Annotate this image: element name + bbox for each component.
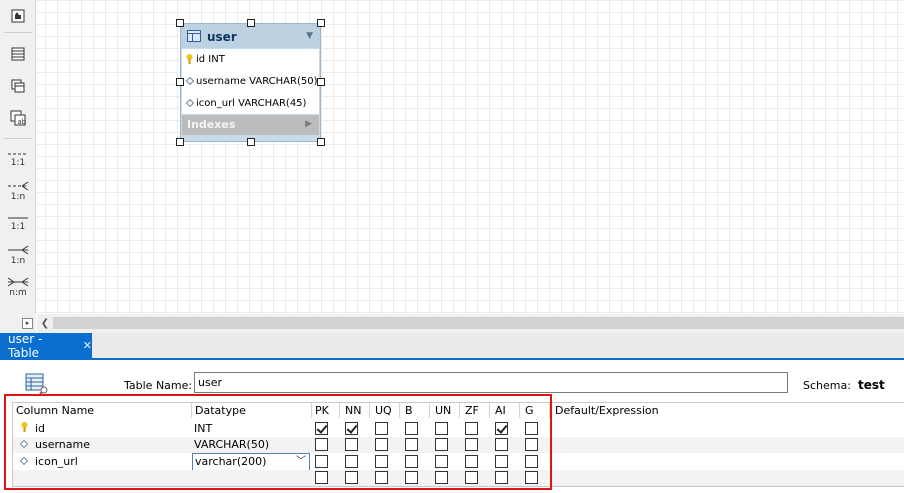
toggle-panel-button[interactable]: ▸	[22, 318, 33, 329]
view-icon	[11, 79, 25, 93]
entity-user[interactable]: user ▼ id INT username VARCHAR(50) icon_…	[180, 23, 321, 142]
table-icon	[187, 30, 201, 42]
entity-column-label: icon_url VARCHAR(45)	[196, 97, 307, 109]
close-icon[interactable]: ✕	[83, 339, 92, 352]
resize-handle[interactable]	[247, 19, 255, 27]
entity-column[interactable]: username VARCHAR(50)	[185, 73, 317, 89]
table-name-input[interactable]	[194, 372, 788, 393]
schema-label: Schema:	[803, 379, 851, 392]
horizontal-scrollbar[interactable]: ❮	[37, 314, 904, 333]
new-view-button[interactable]	[4, 78, 32, 94]
hand-tool-button[interactable]	[4, 8, 32, 24]
indexes-label: Indexes	[187, 118, 236, 131]
relation-label: 1:1	[10, 222, 26, 232]
relation-1-n-identifying-button[interactable]: 1:n	[4, 245, 32, 266]
entity-column-label: id INT	[196, 53, 225, 65]
resize-handle[interactable]	[317, 19, 325, 27]
relation-1-1-identifying-button[interactable]: 1:1	[4, 215, 32, 232]
table-name-label: Table Name:	[124, 379, 193, 392]
relation-1-n-button[interactable]: 1:n	[4, 181, 32, 202]
entity-column[interactable]: id INT	[185, 51, 225, 67]
primary-key-icon	[185, 54, 194, 64]
resize-handle[interactable]	[247, 138, 255, 146]
relation-label: 1:1	[10, 158, 26, 168]
collapse-triangle-icon[interactable]: ▼	[306, 31, 313, 41]
entity-column-label: username VARCHAR(50)	[196, 75, 318, 87]
relation-one-to-one-solid-icon	[8, 217, 28, 219]
entity-columns: id INT username VARCHAR(50) icon_url VAR…	[182, 49, 319, 114]
relation-n-m-button[interactable]: n:m	[4, 277, 32, 298]
editor-tab-strip: user - Table ✕	[0, 331, 904, 360]
highlight-annotation	[4, 394, 552, 490]
left-toolbar: ab 1:1 1:n 1:1 1:n n:m	[0, 0, 36, 333]
new-routine-button[interactable]: ab	[4, 109, 32, 127]
entity-indexes-section[interactable]: Indexes ▶	[182, 115, 319, 135]
resize-handle[interactable]	[317, 78, 325, 86]
diagram-canvas[interactable]	[37, 0, 904, 314]
routine-icon: ab	[10, 110, 27, 126]
expand-triangle-icon[interactable]: ▶	[305, 119, 312, 129]
header-default-expression[interactable]: Default/Expression	[555, 404, 659, 417]
relation-label: 1:n	[10, 256, 26, 266]
resize-handle[interactable]	[176, 78, 184, 86]
table-icon	[11, 47, 25, 61]
column-diamond-icon	[185, 77, 194, 85]
table-edit-icon	[25, 373, 48, 395]
relation-many-to-many-icon	[7, 277, 29, 287]
relation-label: 1:n	[10, 192, 26, 202]
svg-text:ab: ab	[18, 118, 27, 126]
hand-icon	[11, 9, 25, 23]
entity-header[interactable]: user ▼	[181, 24, 320, 48]
resize-handle[interactable]	[176, 19, 184, 27]
resize-handle[interactable]	[176, 138, 184, 146]
relation-label: n:m	[9, 288, 27, 298]
schema-value: test	[858, 378, 885, 392]
resize-handle[interactable]	[317, 138, 325, 146]
new-table-button[interactable]	[4, 46, 32, 62]
relation-one-to-one-icon	[8, 153, 28, 155]
scroll-left-icon[interactable]: ❮	[39, 317, 51, 330]
scrollbar-thumb[interactable]	[53, 317, 904, 329]
relation-one-to-many-icon	[8, 181, 29, 191]
entity-column[interactable]: icon_url VARCHAR(45)	[185, 95, 306, 111]
relation-one-to-many-solid-icon	[8, 245, 29, 255]
tab-user-table[interactable]: user - Table ✕	[0, 331, 92, 360]
entity-title: user	[207, 30, 237, 44]
column-diamond-icon	[185, 99, 194, 107]
tab-label: user - Table	[8, 331, 43, 360]
relation-1-1-button[interactable]: 1:1	[4, 151, 32, 168]
